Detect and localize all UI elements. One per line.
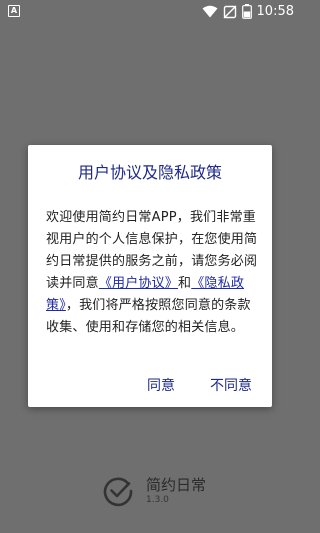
wifi-icon: [202, 5, 218, 18]
check-circle-icon: [103, 477, 133, 507]
app-name: 简约日常: [146, 476, 207, 494]
silent-icon: [223, 5, 237, 18]
status-bar: A 52 10:58: [0, 0, 300, 24]
status-icons: 52 10:58: [202, 4, 294, 19]
user-agreement-link[interactable]: 《用户协议》: [99, 276, 178, 291]
privacy-dialog: 用户协议及隐私政策 欢迎使用简约日常APP，我们非常重视用户的个人信息保护，在您…: [28, 145, 272, 407]
dialog-title: 用户协议及隐私政策: [77, 163, 222, 182]
dialog-message: 欢迎使用简约日常APP，我们非常重视用户的个人信息保护，在您使用简约日常提供的服…: [46, 207, 258, 339]
dialog-body-and: 和: [178, 276, 192, 291]
notification-a-icon: A: [8, 5, 20, 17]
status-time: 10:58: [256, 4, 294, 19]
app-version: 1.3.0: [146, 495, 169, 505]
disagree-button[interactable]: 不同意: [210, 375, 252, 395]
agree-button[interactable]: 同意: [147, 375, 175, 395]
dialog-body-text-2: ，我们将严格按照您同意的条款收集、使用和存储您的相关信息。: [46, 298, 251, 335]
battery-icon: [241, 4, 252, 19]
